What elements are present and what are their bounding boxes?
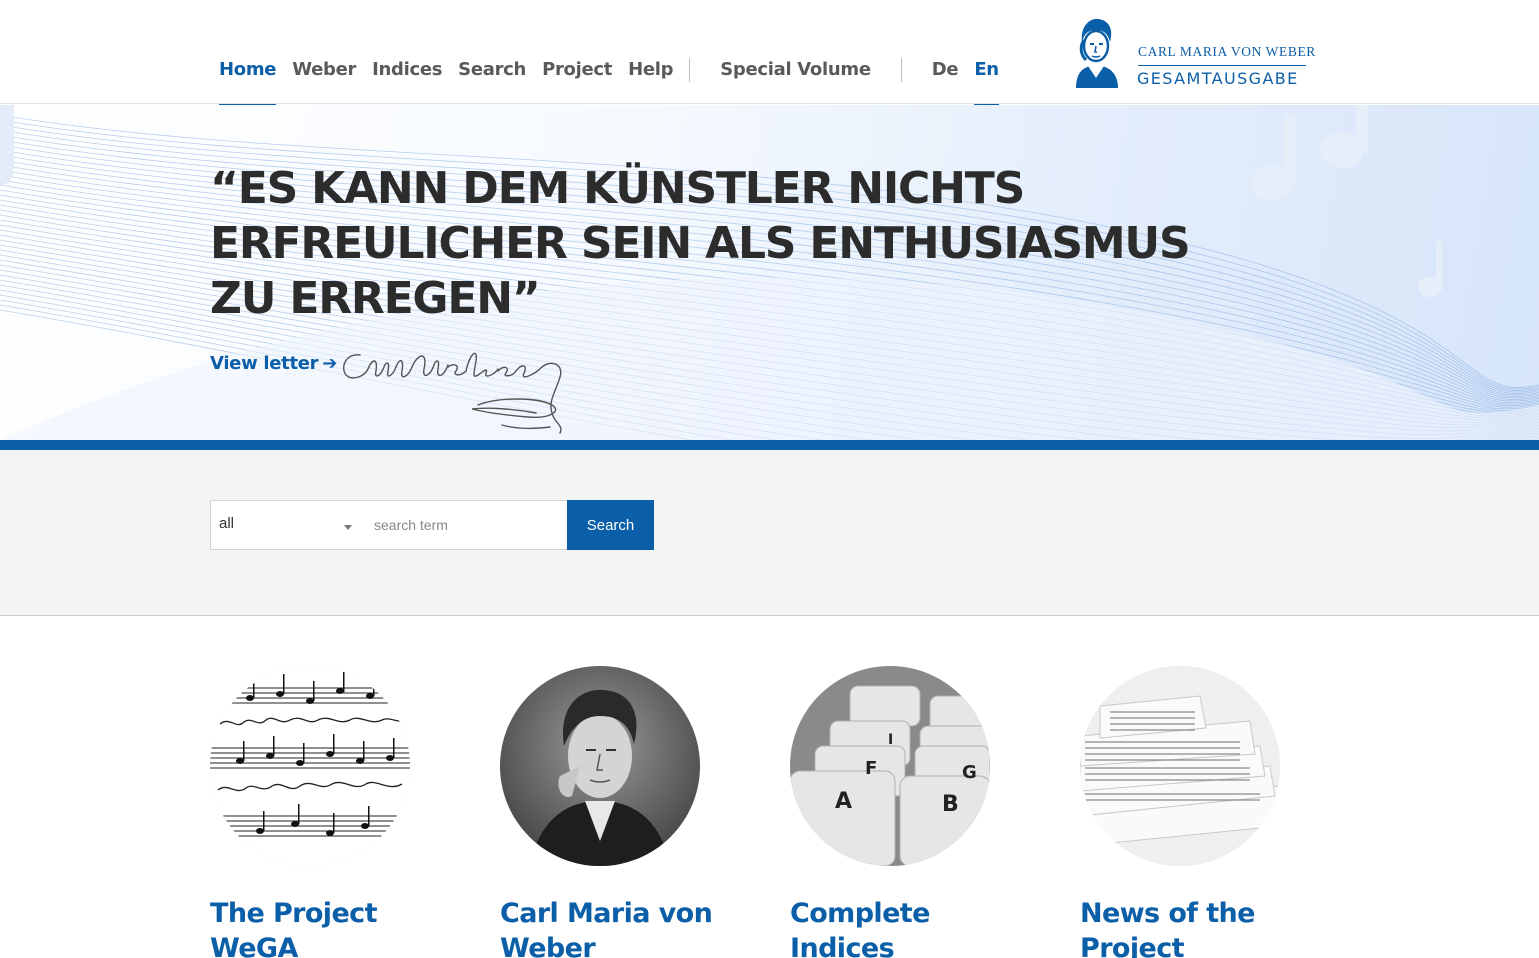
nav-divider bbox=[689, 58, 691, 82]
index-cards-image[interactable]: A B F G I bbox=[790, 666, 990, 866]
hero-bottom-bar bbox=[0, 440, 1539, 450]
logo-title-text: CARL MARIA VON WEBER bbox=[1138, 44, 1316, 59]
view-letter-label: View letter bbox=[210, 353, 319, 374]
search-scope-select[interactable]: all bbox=[210, 500, 361, 550]
nav-item-indices[interactable]: Indices bbox=[372, 58, 442, 82]
search-button[interactable]: Search bbox=[567, 500, 654, 550]
card-title-project[interactable]: The Project WeGA bbox=[210, 896, 430, 958]
nav-item-special-volume[interactable]: Special Volume bbox=[720, 58, 871, 82]
language-en-link[interactable]: En bbox=[974, 58, 999, 108]
nav-item-project[interactable]: Project bbox=[542, 58, 612, 82]
svg-text:A: A bbox=[835, 789, 852, 814]
svg-text:G: G bbox=[962, 762, 977, 783]
search-scope-value: all bbox=[219, 515, 235, 532]
language-de-link[interactable]: De bbox=[932, 58, 959, 82]
nav-divider bbox=[900, 58, 902, 82]
card-title-indices[interactable]: Complete Indices bbox=[790, 896, 1010, 958]
music-notes-decoration bbox=[1250, 105, 1442, 297]
nav-item-weber[interactable]: Weber bbox=[292, 58, 356, 82]
card-project: The Project WeGA bbox=[210, 666, 430, 958]
search-input[interactable] bbox=[360, 500, 568, 550]
hero-banner: “Es kann dem Künstler nichts erfreuliche… bbox=[0, 105, 1539, 440]
logo-subtitle-text: GESAMTAUSGABE bbox=[1137, 69, 1299, 88]
view-letter-link[interactable]: View letter ➔ bbox=[210, 353, 337, 374]
svg-text:F: F bbox=[865, 758, 877, 779]
card-news: News of the Project bbox=[1080, 666, 1300, 958]
card-indices: A B F G I Complete Indices bbox=[790, 666, 1010, 958]
svg-text:I: I bbox=[888, 732, 893, 748]
logo-divider bbox=[1138, 65, 1306, 66]
search-section: all Search bbox=[0, 450, 1539, 616]
nav-item-search[interactable]: Search bbox=[458, 58, 526, 82]
site-header: Home Weber Indices Search Project Help S… bbox=[0, 0, 1539, 108]
nav-item-home[interactable]: Home bbox=[219, 58, 277, 108]
nav-item-help[interactable]: Help bbox=[628, 58, 673, 82]
main-navigation: Home Weber Indices Search Project Help S… bbox=[219, 58, 1015, 108]
arrow-right-icon: ➔ bbox=[322, 353, 338, 374]
svg-text:B: B bbox=[942, 792, 959, 817]
weber-portrait-logo-icon bbox=[1076, 18, 1118, 88]
weber-portrait-image[interactable] bbox=[500, 666, 700, 866]
weber-signature-image bbox=[342, 352, 562, 434]
newspapers-image[interactable] bbox=[1080, 666, 1280, 866]
card-title-news[interactable]: News of the Project bbox=[1080, 896, 1300, 958]
chevron-down-icon bbox=[344, 525, 352, 530]
sheet-music-image[interactable] bbox=[210, 666, 410, 866]
card-title-weber[interactable]: Carl Maria von Weber bbox=[500, 896, 720, 958]
site-logo[interactable]: CARL MARIA VON WEBER GESAMTAUSGABE bbox=[1066, 16, 1315, 90]
hero-quote: “Es kann dem Künstler nichts erfreuliche… bbox=[210, 163, 1191, 324]
card-weber: Carl Maria von Weber bbox=[500, 666, 720, 958]
